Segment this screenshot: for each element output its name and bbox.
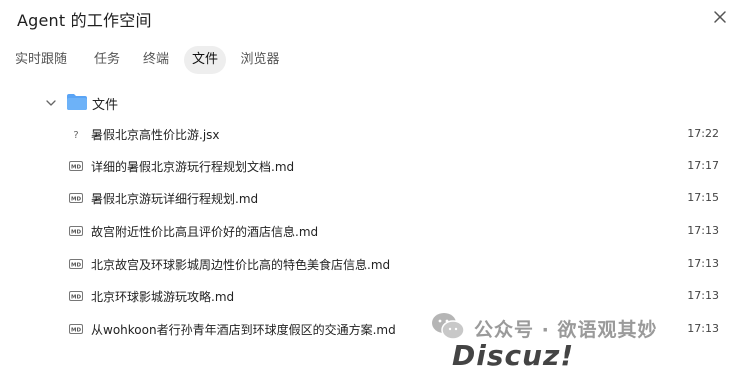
tab-files[interactable]: 文件 <box>184 46 226 74</box>
file-row[interactable]: MD 北京环球影城游玩攻略.md 17:13 <box>0 280 746 310</box>
tab-terminal[interactable]: 终端 <box>135 46 177 74</box>
file-name: 北京环球影城游玩攻略.md <box>91 290 235 304</box>
svg-text:MD: MD <box>71 295 81 301</box>
markdown-file-icon: MD <box>69 190 83 204</box>
file-modified-time: 17:22 <box>687 127 719 140</box>
window-title: Agent 的工作空间 <box>17 11 152 30</box>
file-modified-time: 17:17 <box>687 159 719 172</box>
svg-text:MD: MD <box>71 328 81 334</box>
tab-browser[interactable]: 浏览器 <box>234 46 286 74</box>
markdown-file-icon: MD <box>69 223 83 237</box>
svg-text:MD: MD <box>71 165 81 171</box>
unknown-file-icon: ? <box>69 126 83 141</box>
svg-text:?: ? <box>73 130 78 141</box>
tab-tasks[interactable]: 任务 <box>86 46 128 74</box>
close-button[interactable] <box>710 7 730 27</box>
file-name: 详细的暑假北京游玩行程规划文档.md <box>91 160 295 174</box>
folder-label: 文件 <box>92 98 119 113</box>
tab-realtime-follow[interactable]: 实时跟随 <box>10 46 72 74</box>
chevron-down-icon[interactable] <box>44 96 58 110</box>
file-name: 暑假北京游玩详细行程规划.md <box>91 192 259 206</box>
file-modified-time: 17:15 <box>687 191 719 204</box>
file-row[interactable]: MD 北京故宫及环球影城周边性价比高的特色美食店信息.md 17:13 <box>0 248 746 278</box>
file-modified-time: 17:13 <box>687 257 719 270</box>
file-row[interactable]: ? 暑假北京高性价比游.jsx 17:22 <box>0 118 746 148</box>
svg-text:MD: MD <box>71 197 81 203</box>
tab-bar: 实时跟随 任务 终端 文件 浏览器 <box>0 46 746 74</box>
file-modified-time: 17:13 <box>687 224 719 237</box>
file-name: 故宫附近性价比高且评价好的酒店信息.md <box>91 225 319 239</box>
file-name: 暑假北京高性价比游.jsx <box>91 128 220 142</box>
folder-icon <box>67 94 87 110</box>
svg-text:MD: MD <box>71 230 81 236</box>
file-modified-time: 17:13 <box>687 289 719 302</box>
markdown-file-icon: MD <box>69 288 83 302</box>
close-icon <box>714 11 726 23</box>
markdown-file-icon: MD <box>69 158 83 172</box>
svg-text:MD: MD <box>71 263 81 269</box>
file-row[interactable]: MD 从wohkoon者行孙青年酒店到环球度假区的交通方案.md 17:13 <box>0 313 746 343</box>
folder-row[interactable]: 文件 <box>0 88 746 116</box>
file-row[interactable]: MD 故宫附近性价比高且评价好的酒店信息.md 17:13 <box>0 215 746 245</box>
watermark-site-name: Discuz! <box>452 339 575 372</box>
file-name: 北京故宫及环球影城周边性价比高的特色美食店信息.md <box>91 258 391 272</box>
file-row[interactable]: MD 详细的暑假北京游玩行程规划文档.md 17:17 <box>0 150 746 180</box>
workspace-header: Agent 的工作空间 <box>0 0 746 36</box>
markdown-file-icon: MD <box>69 256 83 270</box>
file-name: 从wohkoon者行孙青年酒店到环球度假区的交通方案.md <box>91 323 396 337</box>
markdown-file-icon: MD <box>69 321 83 335</box>
file-modified-time: 17:13 <box>687 322 719 335</box>
file-row[interactable]: MD 暑假北京游玩详细行程规划.md 17:15 <box>0 182 746 212</box>
